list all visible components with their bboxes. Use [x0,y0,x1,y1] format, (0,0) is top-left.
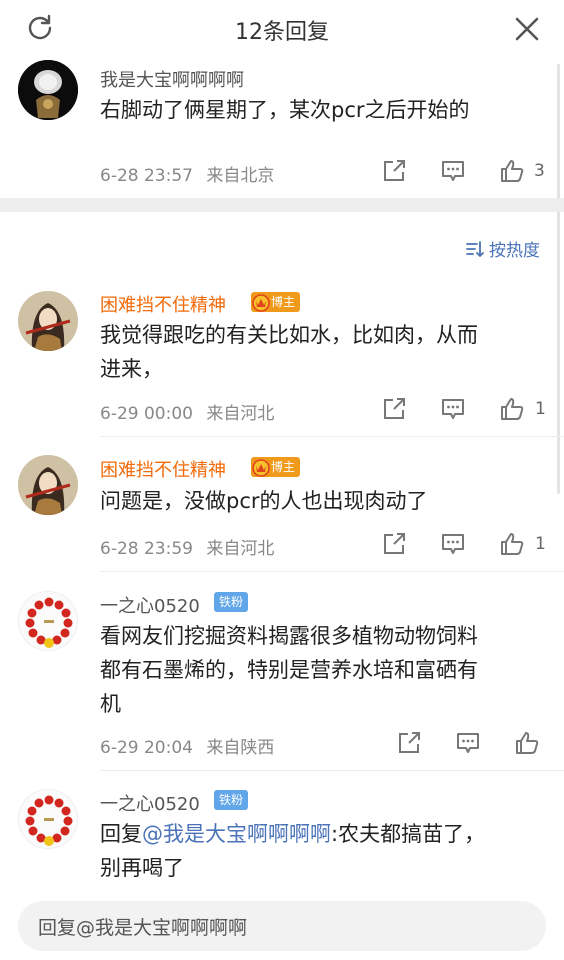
like-icon[interactable] [499,158,525,184]
badge-label: 博主 [271,460,296,474]
blogger-badge: 博主 [251,292,301,312]
reply-time: 6-29 20:04 [100,738,193,758]
reply-text: 回复@我是大宝啊啊啊啊:农夫都搞苗了， 别再喝了 [100,817,485,885]
row-divider [100,436,564,437]
reply-text: 问题是，没做pcr的人也出现肉动了 [100,484,428,518]
reply-text: 看网友们挖掘资料揭露很多植物动物饲料 都有石墨烯的，特别是营养水培和富硒有 机 [100,619,478,721]
like-count: 3 [534,161,545,181]
share-icon[interactable] [381,531,407,557]
avatar[interactable] [18,789,78,849]
reply-text-line: 问题是，没做pcr的人也出现肉动了 [100,489,428,513]
crown-icon [252,294,270,312]
reply-username[interactable]: 困难挡不住精神 [100,291,226,317]
comment-icon[interactable] [440,158,466,184]
like-icon[interactable] [499,396,525,422]
comment-icon[interactable] [440,396,466,422]
crown-icon [252,459,270,477]
section-divider [0,198,564,212]
sort-toggle[interactable]: 按热度 [465,236,540,261]
reply-username[interactable]: 一之心0520 [100,790,200,816]
blogger-badge: 博主 [251,457,301,477]
like-icon[interactable] [514,730,540,756]
reply-text-segment: :农夫都搞苗了， [331,822,486,846]
mention-link[interactable]: @我是大宝啊啊啊啊 [142,822,331,846]
root-comment: 我是大宝啊啊啊啊 右脚动了俩星期了，某次pcr之后开始的 6-28 23:57 … [0,58,564,198]
sort-icon [466,240,484,257]
reply-text-line: 我觉得跟吃的有关比如水，比如肉，从而 [100,323,478,347]
reply-meta: 6-29 20:04 来自陕西 [100,733,274,758]
reply-text-line: 都有石墨烯的，特别是营养水培和富硒有 [100,658,478,682]
reply-time: 6-28 23:59 [100,539,193,559]
share-icon[interactable] [396,730,422,756]
sort-label: 按热度 [489,241,540,261]
badge-label: 铁粉 [219,595,244,609]
reply-time: 6-29 00:00 [100,404,193,424]
avatar[interactable] [18,455,78,515]
row-divider [100,571,564,572]
reply-prefix: 回复 [100,822,142,846]
header: 12条回复 [0,0,564,58]
reply-text-line: 机 [100,692,121,716]
reply-username[interactable]: 一之心0520 [100,592,200,618]
reply-text: 我觉得跟吃的有关比如水，比如肉，从而 进来， [100,318,478,386]
like-count: 1 [535,399,546,419]
comment-time: 6-28 23:57 [100,166,193,186]
comment-username[interactable]: 我是大宝啊啊啊啊 [100,66,244,92]
share-icon[interactable] [381,158,407,184]
comment-text: 右脚动了俩星期了，某次pcr之后开始的 [100,98,470,122]
reply-text-line: 看网友们挖掘资料揭露很多植物动物饲料 [100,624,478,648]
comment-location: 来自北京 [206,166,275,186]
reply-text-line: 进来， [100,357,163,381]
comment-meta: 6-28 23:57 来自北京 [100,161,274,186]
avatar[interactable] [18,591,78,651]
reply-bar: 回复@我是大宝啊啊啊啊 [0,892,564,960]
badge-label: 铁粉 [219,793,244,807]
avatar[interactable] [18,291,78,351]
fan-badge: 铁粉 [214,790,249,810]
reply-location: 来自河北 [206,539,275,559]
reply-meta: 6-29 00:00 来自河北 [100,399,274,424]
row-divider [100,770,564,771]
fan-badge: 铁粉 [214,592,249,612]
reply-text-line: 回复@我是大宝啊啊啊啊:农夫都搞苗了， [100,817,485,851]
page-title: 12条回复 [235,20,329,45]
reply-location: 来自河北 [206,404,275,424]
share-icon[interactable] [381,396,407,422]
comment-icon[interactable] [455,730,481,756]
avatar[interactable] [18,60,78,120]
like-count: 1 [535,534,546,554]
reply-username[interactable]: 困难挡不住精神 [100,456,226,482]
badge-label: 博主 [271,295,296,309]
close-icon[interactable] [514,16,540,42]
comment-icon[interactable] [440,531,466,557]
reply-location: 来自陕西 [206,738,275,758]
like-icon[interactable] [499,531,525,557]
reply-meta: 6-28 23:59 来自河北 [100,534,274,559]
reply-text-line: 别再喝了 [100,856,184,880]
reply-input[interactable]: 回复@我是大宝啊啊啊啊 [18,901,546,951]
